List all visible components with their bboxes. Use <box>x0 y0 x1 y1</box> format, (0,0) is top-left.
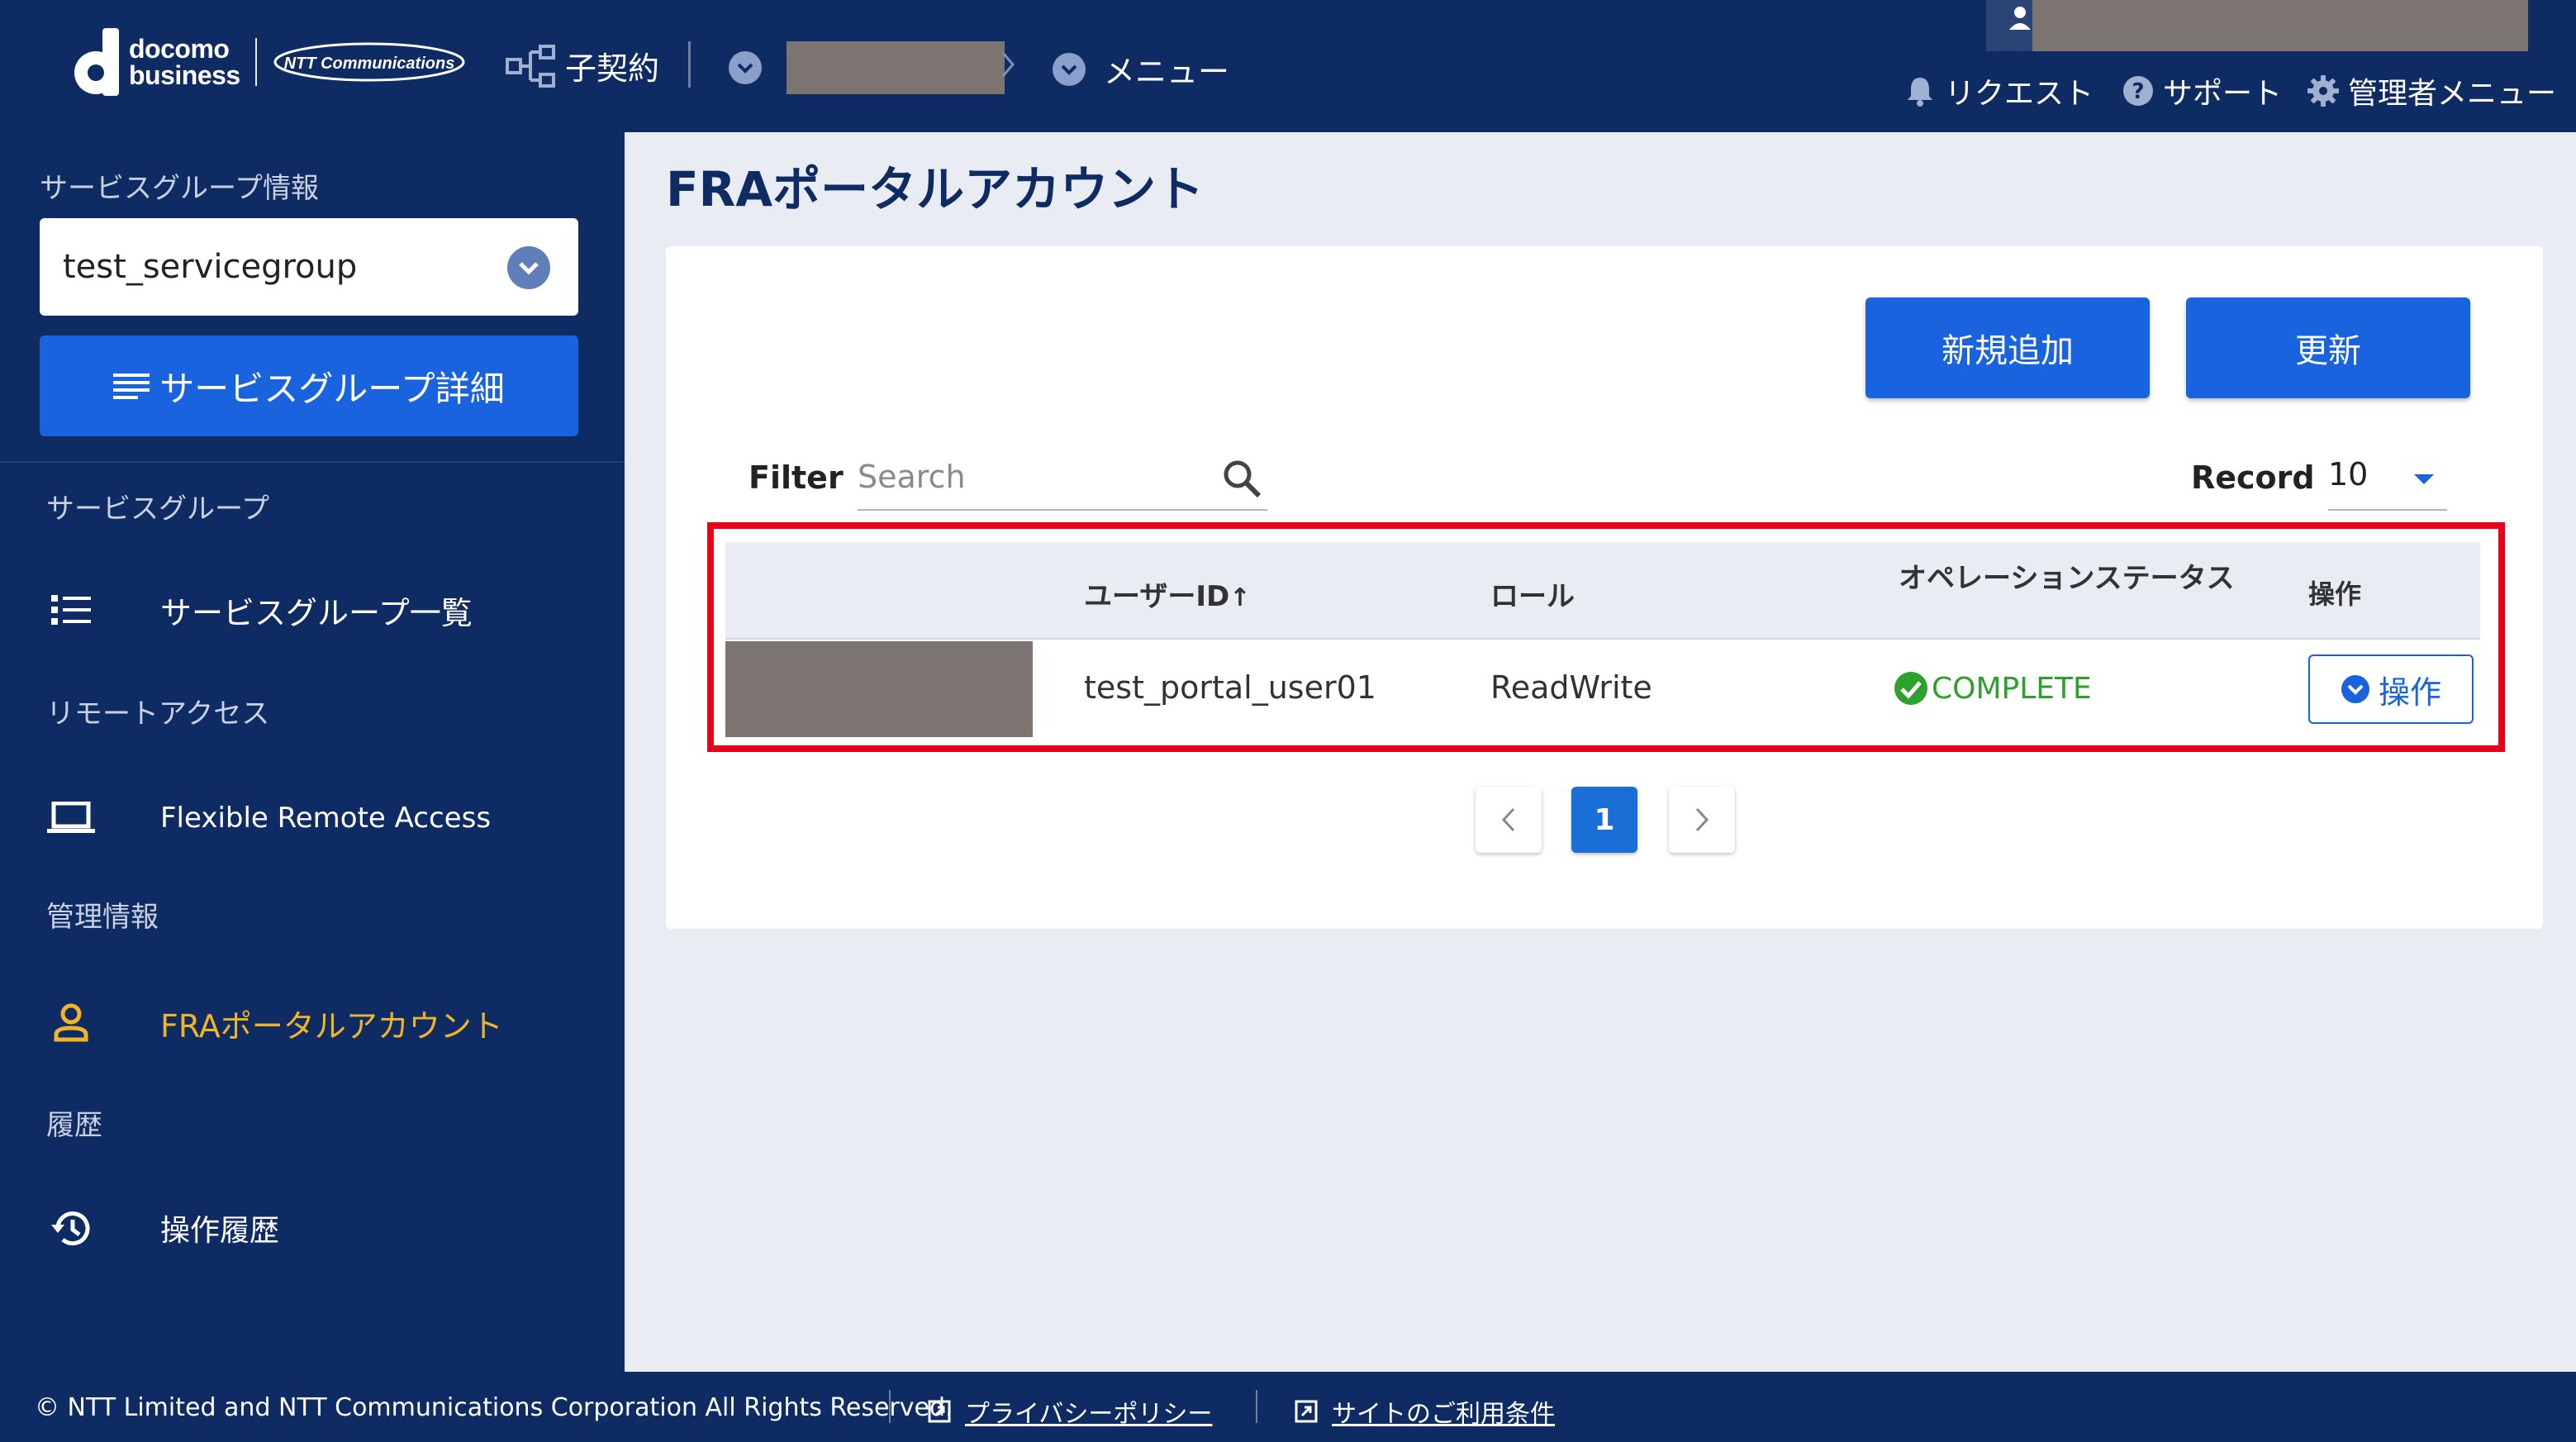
section-heading-management-info: 管理情報 <box>46 901 159 934</box>
highlight-box <box>707 522 2505 752</box>
sidebar-item-label: FRAポータルアカウント <box>160 1007 503 1045</box>
sidebar-item-operation-history[interactable]: 操作履歴 <box>46 1203 279 1253</box>
breadcrumb-separator <box>1000 48 1016 81</box>
support-link[interactable]: ? サポート <box>2122 69 2282 112</box>
chevron-down-icon <box>1053 52 1086 86</box>
record-count-select[interactable]: 10 <box>2328 450 2447 511</box>
prev-page-button[interactable] <box>1476 787 1542 853</box>
contract-label: 子契約 <box>565 50 660 87</box>
sidebar-item-label: サービスグループ一覧 <box>160 594 473 631</box>
breadcrumb-menu-dropdown[interactable]: メニュー <box>1053 46 1229 92</box>
support-label: サポート <box>2163 77 2283 111</box>
user-icon <box>2009 7 2031 30</box>
sidebar-item-service-group-list[interactable]: サービスグループ一覧 <box>46 585 473 635</box>
menu-label: メニュー <box>1104 54 1230 90</box>
sidebar: サービスグループ情報 test_servicegroup サービスグループ詳細 … <box>0 132 625 1372</box>
service-group-value: test_servicegroup <box>63 248 358 286</box>
privacy-policy-label[interactable]: プライバシーポリシー <box>965 1393 1212 1430</box>
filter-label: Filter <box>749 459 844 496</box>
docomo-business-logo[interactable]: docomo business NTT Communications <box>71 28 467 96</box>
sidebar-item-flexible-remote-access[interactable]: Flexible Remote Access <box>46 793 491 843</box>
search-input[interactable] <box>858 450 1205 504</box>
service-group-select[interactable]: test_servicegroup <box>40 218 578 316</box>
add-new-button[interactable]: 新規追加 <box>1865 297 2150 398</box>
chevron-down-icon <box>507 246 550 289</box>
chevron-down-icon <box>729 51 762 84</box>
terms-label[interactable]: サイトのご利用条件 <box>1332 1393 1555 1430</box>
redacted-user-name <box>2032 0 2528 51</box>
list-icon <box>46 585 96 635</box>
record-count-value: 10 <box>2328 456 2369 493</box>
redacted-contract-name <box>787 41 1005 94</box>
footer: © NTT Limited and NTT Communications Cor… <box>0 1372 2576 1442</box>
lines-icon <box>113 374 150 399</box>
help-icon: ? <box>2123 76 2153 106</box>
sidebar-item-label: 操作履歴 <box>160 1214 280 1248</box>
admin-menu-link[interactable]: 管理者メニュー <box>2307 69 2556 112</box>
chevron-left-icon <box>1501 807 1515 832</box>
privacy-policy-link[interactable]: プライバシーポリシー <box>927 1393 1212 1430</box>
sidebar-item-fra-portal-account[interactable]: FRAポータルアカウント <box>46 998 503 1048</box>
logo-line-docomo: docomo <box>129 34 230 64</box>
record-label: Record <box>2191 459 2315 496</box>
header-divider <box>688 41 691 88</box>
section-heading-history: 履歴 <box>46 1109 102 1142</box>
sidebar-item-label: Flexible Remote Access <box>160 802 492 835</box>
page-title: FRAポータルアカウント <box>666 161 1205 217</box>
request-label: リクエスト <box>1945 77 2094 111</box>
service-group-detail-button[interactable]: サービスグループ詳細 <box>40 336 578 436</box>
breadcrumb-contract-dropdown[interactable] <box>729 41 1005 94</box>
chevron-right-icon <box>1001 52 1015 77</box>
chevron-right-icon <box>1695 807 1709 832</box>
history-icon <box>46 1203 96 1253</box>
footer-divider <box>889 1390 891 1423</box>
search-icon[interactable] <box>1221 458 1264 501</box>
terms-link[interactable]: サイトのご利用条件 <box>1294 1393 1555 1430</box>
request-link[interactable]: リクエスト <box>1903 69 2094 112</box>
next-page-button[interactable] <box>1669 787 1735 853</box>
ntt-logo-text: NTT Communications <box>283 55 454 73</box>
contract-selector[interactable]: 子契約 <box>506 43 659 88</box>
section-heading-remote-access: リモートアクセス <box>46 697 270 731</box>
search-field <box>858 450 1267 511</box>
org-tree-icon <box>506 44 555 88</box>
top-header: docomo business NTT Communications 子契約 メ… <box>0 0 2576 132</box>
ntt-communications-logo: NTT Communications <box>273 42 465 82</box>
copyright-text: © NTT Limited and NTT Communications Cor… <box>35 1393 953 1422</box>
admin-menu-label: 管理者メニュー <box>2348 77 2557 111</box>
laptop-icon <box>46 793 96 843</box>
logo-line-business: business <box>129 60 240 90</box>
svg-text:?: ? <box>2132 79 2144 104</box>
user-icon <box>46 998 96 1048</box>
external-link-icon <box>1295 1400 1318 1423</box>
footer-divider <box>1256 1390 1257 1423</box>
gear-icon <box>2307 75 2339 107</box>
docomo-d-icon <box>74 28 119 96</box>
accounts-card: 新規追加 更新 Filter Record 10 ユーザーID↑ ロール オペレ… <box>666 246 2543 929</box>
service-group-detail-label: サービスグループ詳細 <box>159 368 505 409</box>
logo-divider <box>254 38 257 86</box>
refresh-button[interactable]: 更新 <box>2186 297 2470 398</box>
external-link-icon <box>928 1400 951 1423</box>
dropdown-arrow-icon <box>2414 474 2434 484</box>
bell-icon <box>1908 78 1932 107</box>
section-heading-service-group: サービスグループ <box>46 493 269 526</box>
page-button-current[interactable]: 1 <box>1571 787 1637 853</box>
sidebar-divider <box>0 461 625 463</box>
service-group-info-label: サービスグループ情報 <box>40 172 319 205</box>
